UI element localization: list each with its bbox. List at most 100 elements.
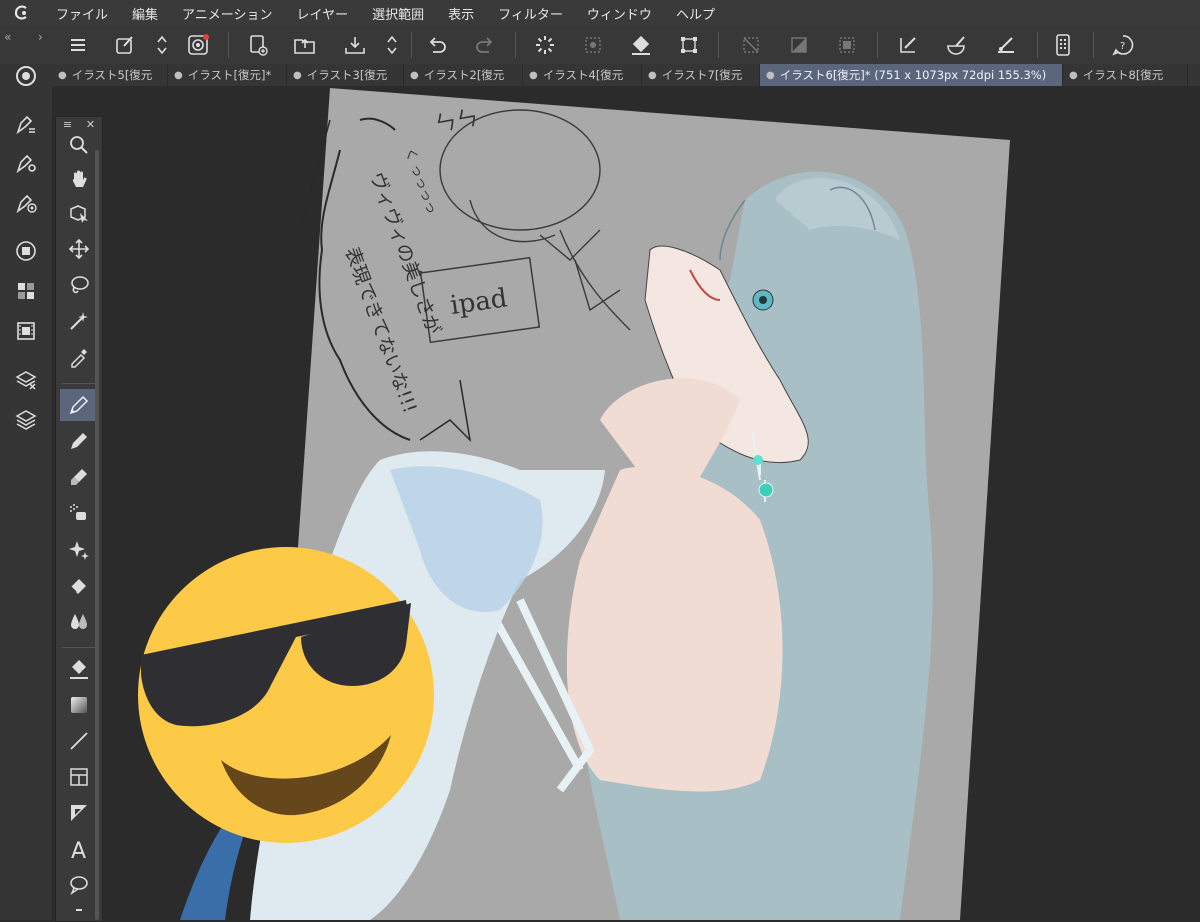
menu-view[interactable]: 表示: [436, 4, 486, 23]
toolbar-separator: [1093, 32, 1094, 58]
pen-list-icon[interactable]: [11, 109, 41, 139]
menu-layer[interactable]: レイヤー: [285, 4, 361, 23]
more-tools-icon[interactable]: [60, 903, 98, 917]
grid-icon[interactable]: [11, 276, 41, 306]
fill-icon[interactable]: [626, 30, 656, 60]
menu-animation[interactable]: アニメーション: [170, 4, 284, 23]
left-panel: [0, 64, 52, 920]
menu-selection[interactable]: 選択範囲: [360, 4, 436, 23]
select-icon[interactable]: [578, 30, 608, 60]
move-icon[interactable]: [60, 233, 98, 265]
loading-icon[interactable]: [530, 30, 560, 60]
tab-label: イラスト8[復元: [1082, 68, 1164, 82]
menu-filter[interactable]: フィルター: [486, 4, 575, 23]
lasso-icon[interactable]: [60, 269, 98, 301]
menu-help[interactable]: ヘルプ: [664, 4, 727, 23]
tab-label: イラスト6[復元]* (751 x 1073px 72dpi 155.3%): [779, 68, 1047, 82]
fill-icon[interactable]: [60, 653, 98, 685]
tab-dot-icon: ●: [766, 69, 775, 81]
new-file-icon[interactable]: [243, 30, 273, 60]
line-icon[interactable]: [60, 725, 98, 757]
tab-dot-icon: ●: [293, 69, 302, 81]
eraser-icon[interactable]: [60, 569, 98, 601]
tab-document[interactable]: ● イラスト7[復元: [642, 64, 760, 86]
brush-icon[interactable]: [942, 30, 972, 60]
tab-dot-icon: ●: [410, 69, 419, 81]
tab-label: イラスト4[復元: [542, 68, 624, 82]
tab-document-active[interactable]: ● イラスト6[復元]* (751 x 1073px 72dpi 155.3%): [760, 64, 1063, 86]
tab-document[interactable]: ● イラスト4[復元: [523, 64, 642, 86]
menu-file[interactable]: ファイル: [44, 4, 120, 23]
tab-dot-icon: ●: [529, 69, 538, 81]
svg-text:?: ?: [1120, 41, 1125, 52]
tab-document[interactable]: ● イラスト8[復元: [1063, 64, 1188, 86]
tab-document[interactable]: ● イラスト3[復元: [287, 64, 404, 86]
pencil-icon[interactable]: [60, 425, 98, 457]
eyedropper-icon[interactable]: [60, 341, 98, 373]
toolbar-separator: [411, 32, 412, 58]
sunglasses-emoji-sticker: [138, 547, 434, 843]
undo-icon[interactable]: [422, 30, 452, 60]
tab-document[interactable]: ● イラスト2[復元: [404, 64, 523, 86]
gradient-icon[interactable]: [60, 689, 98, 721]
text-icon[interactable]: A: [60, 833, 98, 865]
selection-box-icon[interactable]: [832, 30, 862, 60]
tab-label: イラスト[復元]*: [187, 68, 272, 82]
updown-icon[interactable]: [377, 30, 407, 60]
transform-icon[interactable]: [674, 30, 704, 60]
expand-right-icon[interactable]: ›: [38, 30, 43, 44]
navigator-icon[interactable]: [11, 61, 41, 91]
toolbar-separator: [877, 32, 878, 58]
blend-icon[interactable]: [60, 605, 98, 637]
app-logo-icon[interactable]: [0, 0, 44, 26]
toolbar-separator: [718, 32, 719, 58]
tab-document[interactable]: ● イラスト[復元]*: [168, 64, 287, 86]
object-icon[interactable]: [60, 198, 98, 230]
tool-separator: [62, 383, 96, 384]
film-icon[interactable]: [11, 316, 41, 346]
tab-label: イラスト5[復元: [71, 68, 153, 82]
pen-ruler-icon[interactable]: [893, 30, 923, 60]
open-folder-icon[interactable]: [290, 30, 320, 60]
tab-document[interactable]: ● イラスト5[復元: [52, 64, 168, 86]
balloon-icon[interactable]: [60, 869, 98, 901]
menu-edit[interactable]: 編集: [120, 4, 170, 23]
phone-icon[interactable]: [1048, 30, 1078, 60]
frame-icon[interactable]: [60, 761, 98, 793]
pen-settings-icon[interactable]: [11, 148, 41, 178]
brush-icon[interactable]: [60, 461, 98, 493]
sparkle-icon[interactable]: [60, 533, 98, 565]
updown-icon[interactable]: [147, 30, 177, 60]
new-layer-icon[interactable]: [110, 30, 140, 60]
tab-dot-icon: ●: [1069, 69, 1078, 81]
command-bar: « › ?: [0, 26, 1200, 65]
tool-separator: [62, 647, 96, 648]
layers-icon[interactable]: [11, 404, 41, 434]
tab-label: イラスト2[復元: [423, 68, 505, 82]
ruler-icon[interactable]: [60, 797, 98, 829]
ruler-icon[interactable]: [991, 30, 1021, 60]
save-icon[interactable]: [340, 30, 370, 60]
pen-target-icon[interactable]: [11, 188, 41, 218]
hand-icon[interactable]: [60, 163, 98, 195]
canvas-area[interactable]: ipad ㄣㄣ く っっっっ ヴィヴィの美しさが 表現できてないな!!!: [52, 86, 1200, 920]
layer-panel-icon[interactable]: [11, 236, 41, 266]
tab-label: イラスト3[復元: [306, 68, 388, 82]
airbrush-icon[interactable]: [60, 497, 98, 529]
zoom-icon[interactable]: [60, 129, 98, 161]
menu-bar: ファイル 編集 アニメーション レイヤー 選択範囲 表示 フィルター ウィンドウ…: [0, 0, 1200, 26]
pen-icon[interactable]: [60, 389, 98, 421]
tab-label: イラスト7[復元: [661, 68, 743, 82]
help-icon[interactable]: ?: [1108, 30, 1138, 60]
menu-window[interactable]: ウィンドウ: [575, 4, 664, 23]
menu-icon[interactable]: [63, 30, 93, 60]
deselect-icon[interactable]: [736, 30, 766, 60]
svg-text:A: A: [71, 839, 86, 861]
redo-icon[interactable]: [470, 30, 500, 60]
layers-x-icon[interactable]: [11, 365, 41, 395]
magic-wand-icon[interactable]: [60, 305, 98, 337]
spiral-icon[interactable]: [183, 30, 213, 60]
tool-palette-scrollbar[interactable]: [95, 150, 99, 920]
collapse-left-icon[interactable]: «: [4, 30, 11, 44]
invert-icon[interactable]: [784, 30, 814, 60]
